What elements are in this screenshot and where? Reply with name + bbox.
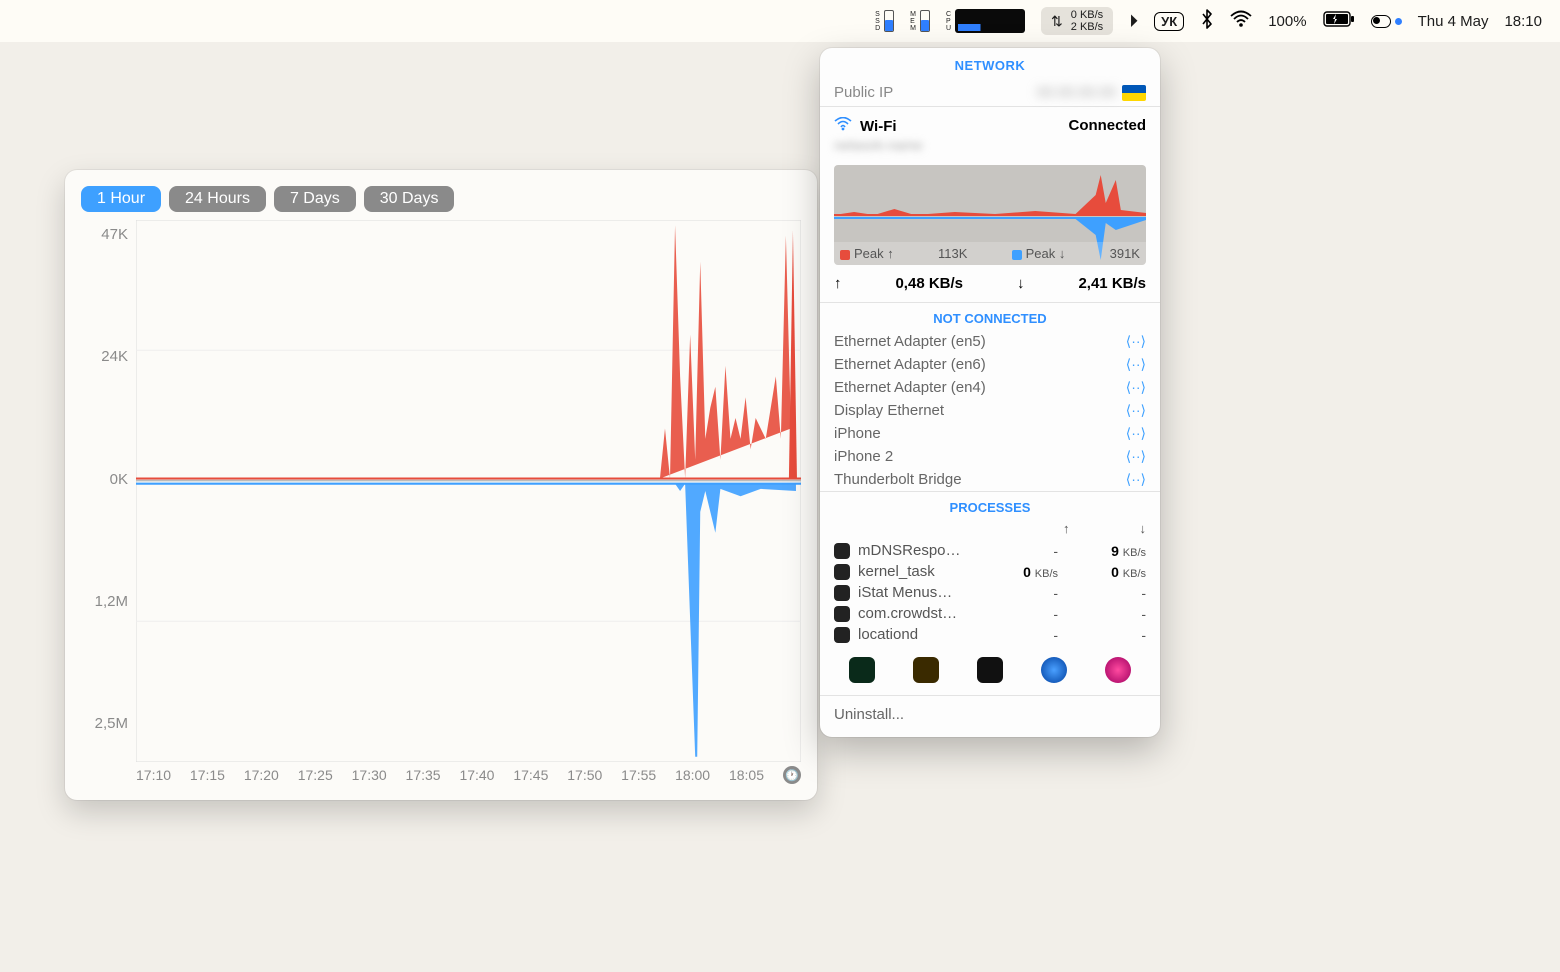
cpu-widget[interactable]: CPU (946, 9, 1025, 33)
ssd-widget[interactable]: SSD (875, 10, 894, 32)
device-row[interactable]: Ethernet Adapter (en6)⟨··⟩ (820, 353, 1160, 376)
process-list: mDNSRespo… - 9 KB/s kernel_task 0 KB/s 0… (820, 540, 1160, 645)
process-row[interactable]: kernel_task 0 KB/s 0 KB/s (820, 561, 1160, 582)
ethernet-icon: ⟨··⟩ (1126, 402, 1146, 419)
console-icon[interactable] (913, 657, 939, 683)
ethernet-icon: ⟨··⟩ (1126, 448, 1146, 465)
device-row[interactable]: Ethernet Adapter (en5)⟨··⟩ (820, 330, 1160, 353)
clock-icon[interactable]: 🕐 (783, 766, 801, 784)
processes-heading: PROCESSES (820, 492, 1160, 519)
process-icon (834, 585, 850, 601)
ethernet-icon: ⟨··⟩ (1126, 425, 1146, 442)
process-row[interactable]: com.crowdst… - - (820, 603, 1160, 624)
process-icon (834, 564, 850, 580)
network-chart (136, 220, 801, 762)
tab-30-days[interactable]: 30 Days (364, 186, 455, 212)
net-down-rate: 2 KB/s (1071, 21, 1103, 33)
process-header: ↑↓ (820, 519, 1160, 540)
process-row[interactable]: mDNSRespo… - 9 KB/s (820, 540, 1160, 561)
ethernet-icon: ⟨··⟩ (1126, 333, 1146, 350)
process-row[interactable]: locationd - - (820, 624, 1160, 645)
device-row[interactable]: Thunderbolt Bridge⟨··⟩ (820, 468, 1160, 491)
airplay-icon[interactable]: ⏵ (1129, 11, 1138, 32)
process-row[interactable]: iStat Menus… - - (820, 582, 1160, 603)
device-row[interactable]: iPhone 2⟨··⟩ (820, 445, 1160, 468)
ethernet-icon: ⟨··⟩ (1126, 471, 1146, 488)
device-list: Ethernet Adapter (en5)⟨··⟩ Ethernet Adap… (820, 330, 1160, 491)
input-language[interactable]: УК (1154, 12, 1184, 31)
current-rate-row: ↑0,48 KB/s ↓2,41 KB/s (820, 265, 1160, 302)
wifi-icon (834, 117, 852, 135)
tab-1-hour[interactable]: 1 Hour (81, 186, 161, 212)
terminal-icon[interactable] (977, 657, 1003, 683)
activity-monitor-icon[interactable] (849, 657, 875, 683)
uninstall-button[interactable]: Uninstall... (820, 696, 1160, 737)
network-utility-icon[interactable] (1041, 657, 1067, 683)
net-arrows-icon: ⇅ (1051, 13, 1063, 30)
mini-network-chart: Peak ↑ 113K Peak ↓ 391K (834, 165, 1146, 265)
menubar: SSD MEM CPU ⇅ 0 KB/s 2 KB/s ⏵ УК 100% Th… (0, 0, 1560, 42)
ethernet-icon: ⟨··⟩ (1126, 356, 1146, 373)
battery-icon[interactable] (1323, 11, 1355, 31)
ethernet-icon: ⟨··⟩ (1126, 379, 1146, 396)
app-launcher-row (820, 645, 1160, 695)
network-widget[interactable]: ⇅ 0 KB/s 2 KB/s (1041, 7, 1113, 35)
public-ip-row[interactable]: Public IP 00.00.00.00 (820, 79, 1160, 106)
y-axis: 47K 24K 0K 1,2M 2,5M (81, 220, 136, 762)
wifi-icon[interactable] (1230, 10, 1252, 32)
time-range-tabs: 1 Hour 24 Hours 7 Days 30 Days (81, 186, 801, 212)
wifi-section[interactable]: Wi-Fi Connected network-name (820, 107, 1160, 159)
menubar-time[interactable]: 18:10 (1504, 13, 1542, 30)
battery-percent: 100% (1268, 13, 1306, 30)
bluetooth-icon[interactable] (1200, 9, 1214, 34)
net-up-rate: 0 KB/s (1071, 9, 1103, 21)
not-connected-heading: NOT CONNECTED (820, 303, 1160, 330)
tab-24-hours[interactable]: 24 Hours (169, 186, 266, 212)
chart-window: 1 Hour 24 Hours 7 Days 30 Days 47K 24K 0… (65, 170, 817, 800)
device-row[interactable]: iPhone⟨··⟩ (820, 422, 1160, 445)
network-panel: NETWORK Public IP 00.00.00.00 Wi-Fi Conn… (820, 48, 1160, 737)
menubar-date[interactable]: Thu 4 May (1418, 13, 1489, 30)
device-row[interactable]: Ethernet Adapter (en4)⟨··⟩ (820, 376, 1160, 399)
network-heading: NETWORK (820, 48, 1160, 79)
flag-ukraine-icon (1122, 85, 1146, 101)
x-axis: 17:10 17:15 17:20 17:25 17:30 17:35 17:4… (81, 762, 801, 784)
wifi-ssid: network-name (834, 137, 1146, 153)
mem-widget[interactable]: MEM (910, 10, 930, 32)
process-icon (834, 606, 850, 622)
tab-7-days[interactable]: 7 Days (274, 186, 356, 212)
process-icon (834, 543, 850, 559)
public-ip-value: 00.00.00.00 (1037, 84, 1116, 101)
device-row[interactable]: Display Ethernet⟨··⟩ (820, 399, 1160, 422)
control-center-icon[interactable] (1371, 15, 1402, 28)
istat-icon[interactable] (1105, 657, 1131, 683)
process-icon (834, 627, 850, 643)
